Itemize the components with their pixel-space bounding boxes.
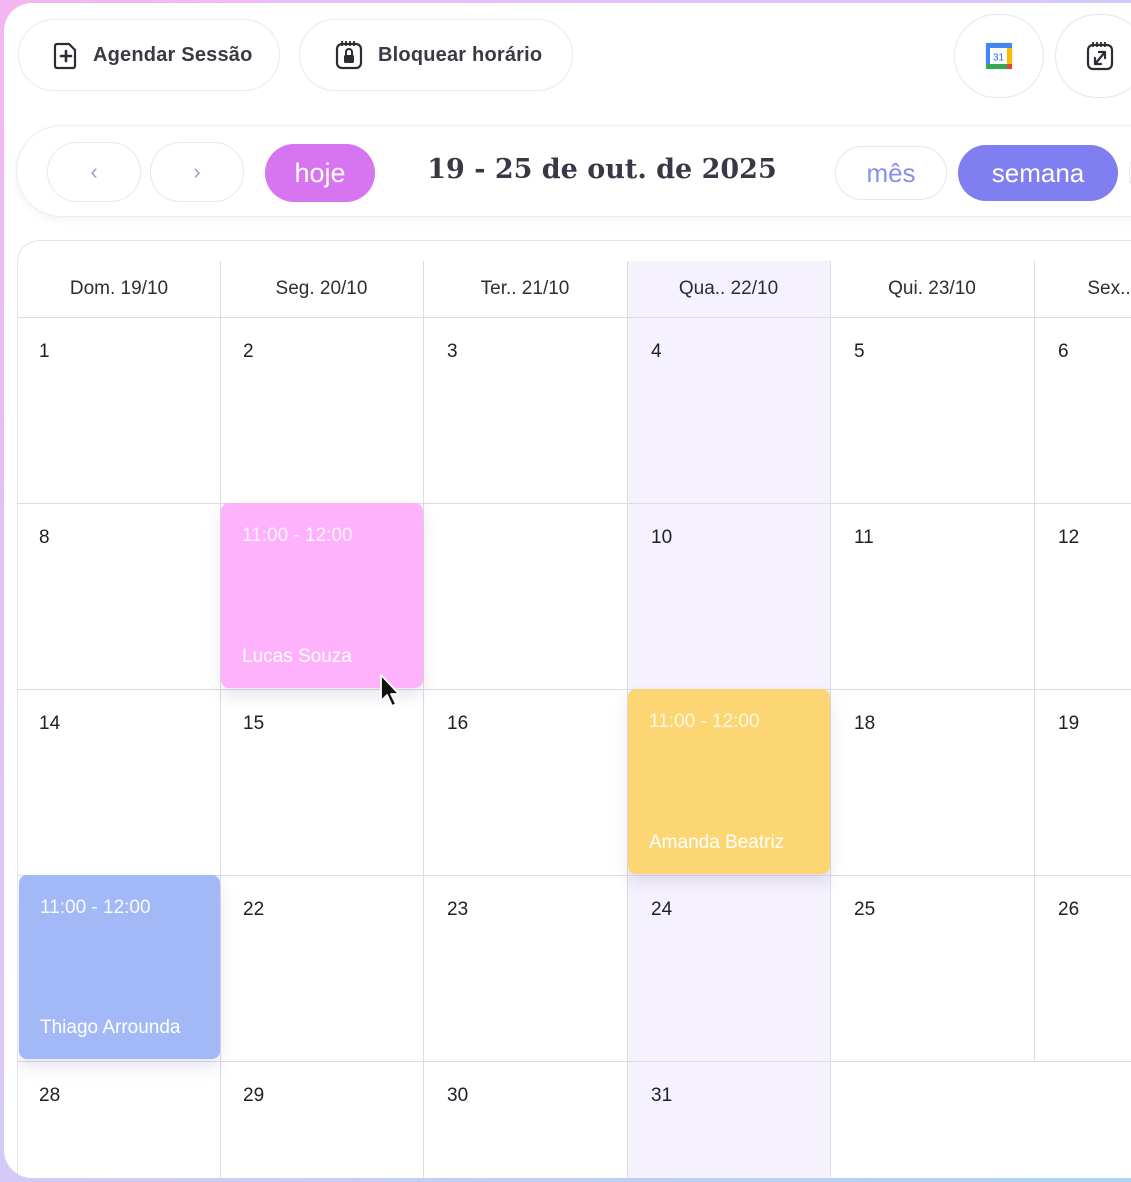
schedule-session-button[interactable]: Agendar Sessão (18, 19, 280, 91)
cell-number: 22 (243, 899, 265, 920)
cell-number: 6 (1058, 341, 1069, 362)
cell-number: 31 (651, 1085, 673, 1106)
expand-icon (1086, 42, 1114, 71)
expand-button[interactable] (1055, 14, 1131, 98)
cell-number: 10 (651, 527, 673, 548)
cell-number: 3 (447, 341, 458, 362)
mouse-pointer-icon (380, 674, 400, 707)
event-time: 11:00 - 12:00 (649, 711, 760, 732)
cell-number: 28 (39, 1085, 61, 1106)
event-time: 11:00 - 12:00 (242, 525, 353, 546)
cell-number: 11 (854, 527, 874, 548)
grid-line (220, 261, 221, 1178)
grid-line (18, 689, 1131, 690)
day-header-sunday[interactable]: Dom. 19/10 (18, 261, 220, 317)
app-frame: Agendar Sessão Bloquear horário 31 ‹ › h… (4, 3, 1131, 1178)
cell-number: 14 (39, 713, 61, 734)
cell-number: 4 (651, 341, 662, 362)
event-card-thiago-arrounda[interactable]: 11:00 - 12:00 Thiago Arrounda (19, 875, 220, 1059)
grid-line (18, 503, 1131, 504)
today-button[interactable]: hoje (265, 144, 375, 202)
cell-number: 29 (243, 1085, 265, 1106)
previous-week-button[interactable]: ‹ (47, 142, 141, 202)
grid-line (830, 261, 831, 1178)
schedule-session-label: Agendar Sessão (93, 43, 253, 66)
grid-line (423, 261, 424, 1178)
cell-number: 25 (854, 899, 876, 920)
chevron-right-icon: › (193, 159, 201, 184)
cell-number: 19 (1058, 713, 1080, 734)
cell-number: 8 (39, 527, 50, 548)
next-week-button[interactable]: › (150, 142, 244, 202)
day-header-monday[interactable]: Seg. 20/10 (220, 261, 423, 317)
grid-line (1034, 261, 1035, 1061)
event-client-name: Thiago Arrounda (40, 1017, 181, 1038)
cell-number: 23 (447, 899, 469, 920)
google-calendar-number: 31 (993, 53, 1005, 64)
calendar-navigation-bar: ‹ › hoje 19 - 25 de out. de 2025 mês sem… (16, 125, 1131, 217)
date-range-title: 19 - 25 de out. de 2025 (427, 154, 777, 185)
cell-number: 16 (447, 713, 469, 734)
cell-number: 26 (1058, 899, 1080, 920)
cell-number: 18 (854, 713, 876, 734)
google-calendar-button[interactable]: 31 (954, 14, 1044, 98)
event-card-amanda-beatriz[interactable]: 11:00 - 12:00 Amanda Beatriz (628, 689, 830, 874)
chevron-left-icon: ‹ (90, 159, 98, 184)
google-calendar-icon: 31 (985, 42, 1013, 70)
cell-number: 24 (651, 899, 673, 920)
lock-calendar-icon (335, 41, 363, 70)
day-header-row: Dom. 19/10 Seg. 20/10 Ter.. 21/10 Qua.. … (18, 261, 1131, 317)
event-card-lucas-souza[interactable]: 11:00 - 12:00 Lucas Souza (221, 503, 423, 688)
day-header-tuesday[interactable]: Ter.. 21/10 (423, 261, 627, 317)
block-time-button[interactable]: Bloquear horário (299, 19, 573, 91)
day-header-wednesday[interactable]: Qua.. 22/10 (627, 261, 830, 317)
day-header-thursday[interactable]: Qui. 23/10 (830, 261, 1034, 317)
calendar-grid: Dom. 19/10 Seg. 20/10 Ter.. 21/10 Qua.. … (17, 240, 1131, 1178)
cell-number: 12 (1058, 527, 1080, 548)
cell-number: 1 (39, 341, 50, 362)
event-client-name: Amanda Beatriz (649, 832, 785, 853)
add-document-icon (53, 42, 77, 70)
cell-number: 2 (243, 341, 254, 362)
cell-number: 30 (447, 1085, 469, 1106)
event-time: 11:00 - 12:00 (40, 897, 151, 918)
event-client-name: Lucas Souza (242, 646, 352, 667)
cell-number: 5 (854, 341, 865, 362)
grid-line (18, 317, 1131, 318)
month-view-button[interactable]: mês (835, 146, 947, 200)
day-header-friday[interactable]: Sex.. (1034, 261, 1131, 317)
cell-number: 15 (243, 713, 265, 734)
week-view-button[interactable]: semana (958, 145, 1118, 201)
block-time-label: Bloquear horário (378, 43, 543, 66)
grid-line (18, 1061, 1131, 1062)
